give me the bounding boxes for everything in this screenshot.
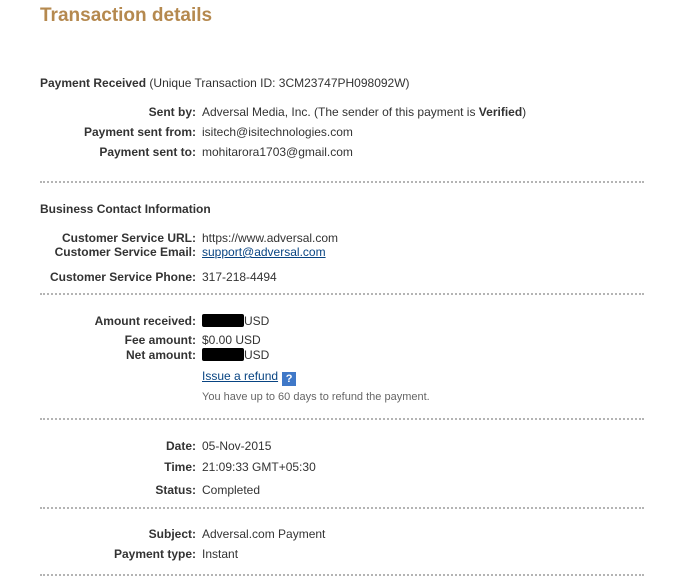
payment-heading: Payment Received	[40, 76, 147, 90]
sender-verified-status: Verified	[478, 105, 523, 119]
cs-phone-value: 317-218-4494	[202, 270, 277, 284]
divider	[40, 293, 644, 295]
divider	[40, 418, 644, 420]
amount-received-value: USD	[202, 314, 269, 328]
status-label: Status:	[155, 483, 196, 497]
issue-refund-link[interactable]: Issue a refund	[202, 369, 278, 383]
status-value: Completed	[202, 483, 261, 497]
sent-to-value: mohitarora1703@gmail.com	[202, 145, 353, 159]
cs-url-label: Customer Service URL:	[61, 231, 196, 245]
sent-to-label: Payment sent to:	[99, 145, 196, 159]
sent-by-close: )	[522, 105, 527, 119]
time-label: Time:	[164, 460, 196, 474]
amount-received-label: Amount received:	[94, 314, 196, 328]
divider	[40, 574, 644, 576]
amount-received-currency: USD	[244, 314, 270, 328]
cs-email-label: Customer Service Email:	[54, 245, 196, 259]
sent-by-value: Adversal Media, Inc. (The sender of this…	[202, 105, 526, 119]
business-contact-heading: Business Contact Information	[40, 202, 211, 216]
date-value: 05-Nov-2015	[202, 439, 272, 453]
cs-phone-label: Customer Service Phone:	[49, 270, 196, 284]
help-icon[interactable]: ?	[282, 372, 297, 386]
redacted-amount	[202, 348, 244, 361]
date-label: Date:	[165, 439, 196, 453]
subject-label: Subject:	[148, 527, 196, 541]
refund-row: Issue a refund?	[202, 369, 297, 386]
payment-header: Payment Received (Unique Transaction ID:…	[40, 76, 410, 90]
fee-amount-label: Fee amount:	[124, 333, 196, 347]
cs-url-value: https://www.adversal.com	[202, 231, 339, 245]
subject-value: Adversal.com Payment	[202, 527, 326, 541]
sent-from-label: Payment sent from:	[83, 125, 196, 139]
transaction-id: (Unique Transaction ID: 3CM23747PH098092…	[149, 76, 410, 90]
net-amount-label: Net amount:	[126, 348, 196, 362]
sent-by-text: Adversal Media, Inc. (The sender of this…	[202, 105, 479, 119]
divider	[40, 507, 644, 509]
refund-note: You have up to 60 days to refund the pay…	[202, 391, 430, 403]
cs-email-link[interactable]: support@adversal.com	[202, 245, 326, 259]
payment-type-value: Instant	[202, 547, 239, 561]
net-amount-currency: USD	[244, 348, 270, 362]
sent-from-value: isitech@isitechnologies.com	[202, 125, 353, 139]
divider	[40, 181, 644, 183]
fee-amount-value: $0.00 USD	[202, 333, 261, 347]
page-title: Transaction details	[40, 5, 213, 26]
sent-by-label: Sent by:	[148, 105, 196, 119]
net-amount-value: USD	[202, 348, 269, 362]
redacted-amount	[202, 314, 244, 327]
time-value: 21:09:33 GMT+05:30	[202, 460, 316, 474]
payment-type-label: Payment type:	[113, 547, 196, 561]
